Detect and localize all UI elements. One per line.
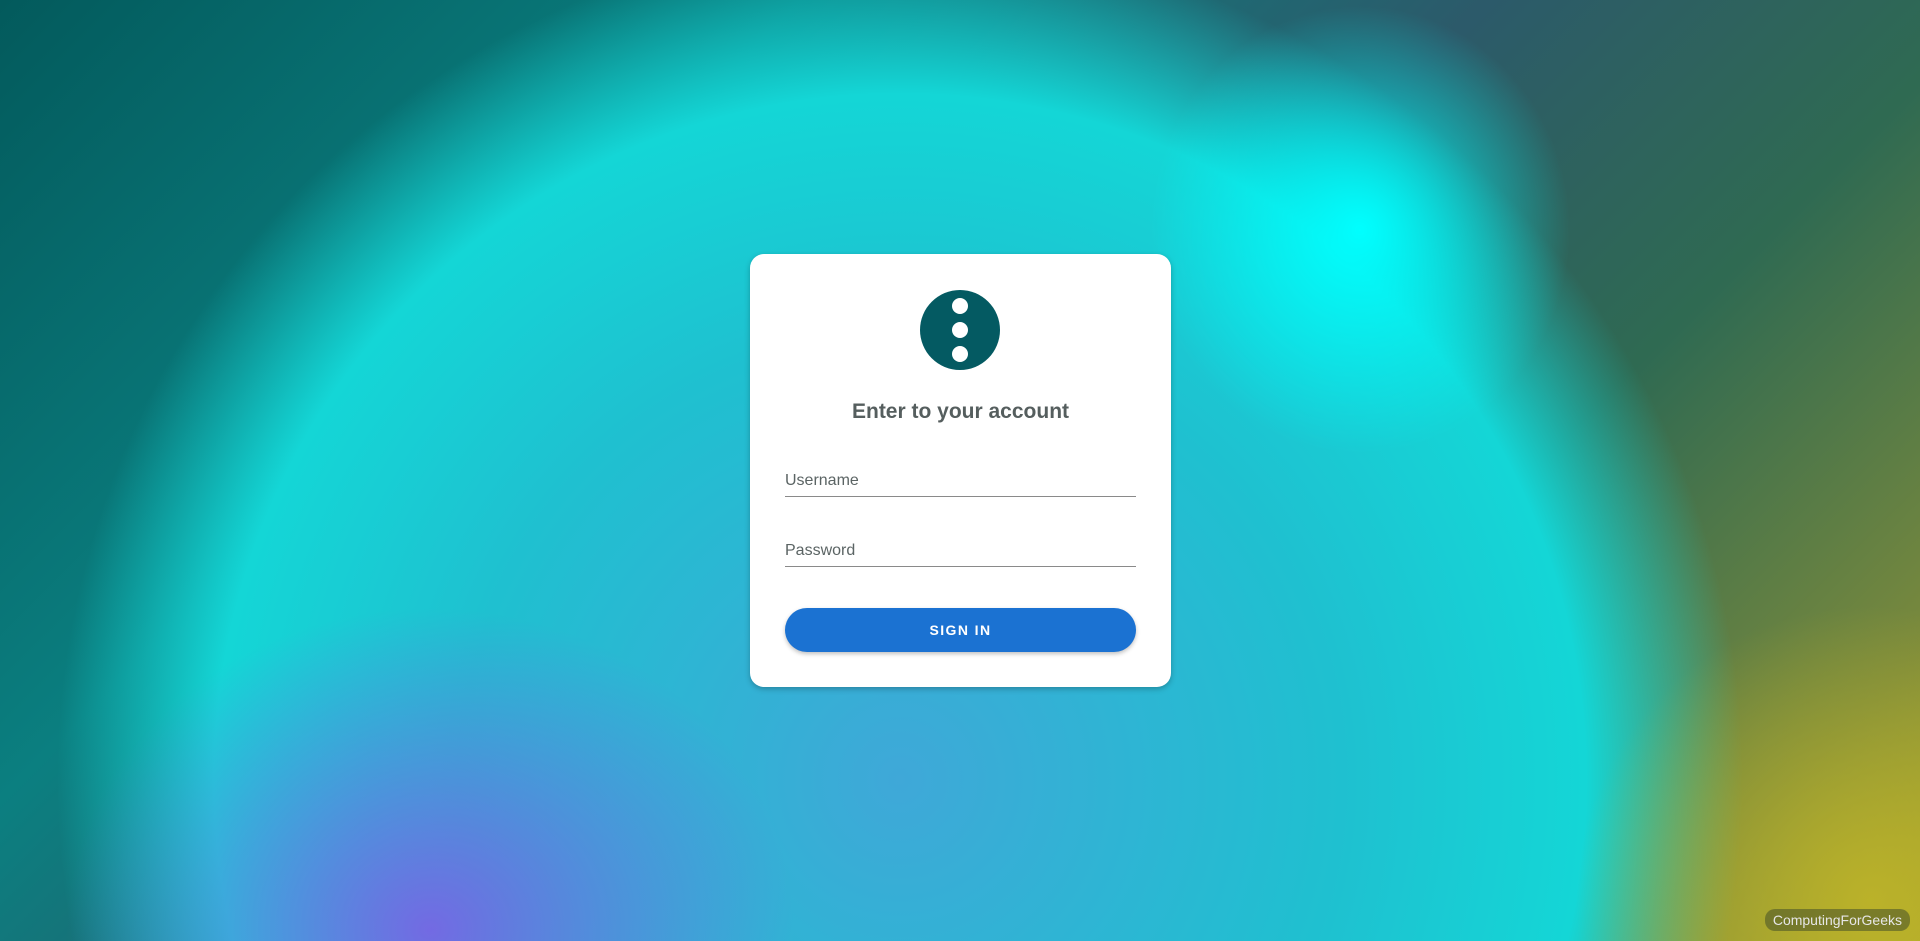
username-field[interactable]: Username — [785, 462, 1136, 497]
page-title: Enter to your account — [851, 400, 1070, 423]
password-placeholder: Password — [785, 542, 856, 559]
login-card: Enter to your account Username Password … — [750, 254, 1171, 687]
username-placeholder: Username — [785, 472, 859, 489]
three-dots-vertical-icon — [920, 290, 1000, 370]
logo-dot-bottom — [952, 346, 968, 362]
sign-in-button[interactable]: SIGN IN — [785, 608, 1136, 652]
logo-dot-top — [952, 298, 968, 314]
password-field[interactable]: Password — [785, 532, 1136, 567]
logo-dot-middle — [952, 322, 968, 338]
watermark: ComputingForGeeks — [1764, 909, 1910, 931]
